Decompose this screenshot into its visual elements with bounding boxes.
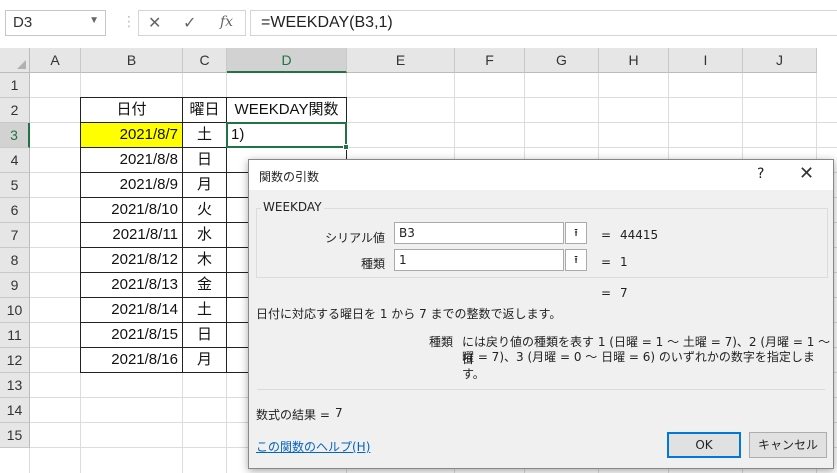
help-icon[interactable]: ?	[757, 166, 764, 182]
result-eq: =	[601, 286, 612, 300]
day-cell[interactable]: 水	[182, 222, 227, 248]
cancel-icon[interactable]: ✕	[148, 13, 161, 32]
select-all-triangle-icon	[17, 60, 26, 69]
column-header-j[interactable]: J	[743, 48, 817, 73]
row-header-1[interactable]: 1	[0, 73, 30, 98]
column-header-d[interactable]: D	[227, 48, 347, 73]
formula-result-label: 数式の結果 =	[256, 408, 330, 422]
type-input[interactable]: 1	[394, 249, 564, 271]
day-cell[interactable]: 木	[182, 247, 227, 273]
table-header-cell[interactable]: 日付	[80, 97, 183, 123]
insert-function-icon[interactable]: fx	[220, 14, 233, 30]
row-header-7[interactable]: 7	[0, 223, 30, 248]
row-header-15[interactable]: 15	[0, 423, 30, 448]
column-header-h[interactable]: H	[599, 48, 669, 73]
row-header-3[interactable]: 3	[0, 123, 30, 148]
column-header-i[interactable]: I	[669, 48, 743, 73]
row-header-6[interactable]: 6	[0, 198, 30, 223]
serial-value-result: 44415	[620, 228, 659, 242]
row-header-14[interactable]: 14	[0, 398, 30, 423]
fill-handle[interactable]	[343, 144, 349, 150]
formula-buttons: ✕ ✓ fx	[138, 10, 246, 36]
table-header-cell[interactable]: WEEKDAY関数	[226, 97, 347, 123]
row-header-4[interactable]: 4	[0, 148, 30, 173]
column-header-a[interactable]: A	[30, 48, 81, 73]
select-all-corner[interactable]	[0, 48, 30, 73]
date-cell[interactable]: 2021/8/16	[80, 347, 183, 373]
arg-help-name: 種類	[429, 335, 454, 349]
column-header-e[interactable]: E	[347, 48, 455, 73]
function-arguments-dialog: 関数の引数 ? ✕ WEEKDAY シリアル値 B3 ⭱ = 44415 種類 …	[248, 159, 834, 469]
row-header-5[interactable]: 5	[0, 173, 30, 198]
function-name: WEEKDAY	[261, 200, 324, 214]
chevron-down-icon[interactable]: ▼	[89, 15, 99, 26]
date-cell[interactable]: 2021/8/10	[80, 197, 183, 223]
formula-bar: D3 ▼ ⋮ ✕ ✓ fx =WEEKDAY(B3,1)	[0, 0, 837, 44]
row-header-9[interactable]: 9	[0, 273, 30, 298]
function-result: 7	[620, 286, 628, 300]
enter-icon[interactable]: ✓	[183, 13, 196, 32]
cancel-button[interactable]: キャンセル	[749, 432, 827, 458]
arg-label-type: 種類	[360, 257, 385, 271]
function-help-link[interactable]: この関数のヘルプ(H)	[256, 438, 370, 455]
serial-value-input[interactable]: B3	[394, 222, 564, 244]
name-box-value: D3	[13, 14, 33, 31]
row-header-2[interactable]: 2	[0, 98, 30, 123]
column-header-f[interactable]: F	[455, 48, 525, 73]
row-header-8[interactable]: 8	[0, 248, 30, 273]
date-cell[interactable]: 2021/8/15	[80, 322, 183, 348]
arg-eq: =	[601, 255, 612, 269]
day-cell[interactable]: 金	[182, 272, 227, 298]
name-box[interactable]: D3 ▼	[5, 10, 106, 36]
function-description: 日付に対応する曜日を 1 から 7 までの整数で返します。	[256, 307, 562, 321]
dialog-titlebar[interactable]: 関数の引数 ? ✕	[249, 160, 833, 190]
row-header-13[interactable]: 13	[0, 373, 30, 398]
dialog-title: 関数の引数	[259, 170, 320, 184]
close-icon[interactable]: ✕	[799, 163, 814, 184]
day-cell[interactable]: 土	[182, 297, 227, 323]
formula-result-value: 7	[335, 406, 343, 420]
day-cell[interactable]: 月	[182, 347, 227, 373]
column-header-c[interactable]: C	[183, 48, 227, 73]
drag-handle-icon[interactable]: ⋮	[122, 14, 136, 30]
row-header-10[interactable]: 10	[0, 298, 30, 323]
collapse-dialog-icon[interactable]: ⭱	[565, 222, 587, 244]
collapse-dialog-icon[interactable]: ⭱	[565, 249, 587, 271]
date-cell[interactable]: 2021/8/11	[80, 222, 183, 248]
row-header-12[interactable]: 12	[0, 348, 30, 373]
arg-eq: =	[601, 228, 612, 242]
column-header-b[interactable]: B	[81, 48, 183, 73]
row-header-11[interactable]: 11	[0, 323, 30, 348]
date-cell[interactable]: 2021/8/9	[80, 172, 183, 198]
column-header-g[interactable]: G	[525, 48, 599, 73]
day-cell[interactable]: 日	[182, 147, 227, 173]
day-cell[interactable]: 日	[182, 322, 227, 348]
date-cell[interactable]: 2021/8/14	[80, 297, 183, 323]
arg-help-line2: 曜 = 7)、3 (月曜 = 0 ～ 日曜 = 6) のいずれかの数字を指定しま…	[462, 350, 815, 381]
arg-label-serial: シリアル値	[325, 231, 385, 245]
type-result: 1	[620, 255, 628, 269]
day-cell[interactable]: 土	[182, 122, 227, 148]
table-header-cell[interactable]: 曜日	[182, 97, 227, 123]
ok-button[interactable]: OK	[667, 432, 741, 458]
divider	[257, 389, 825, 390]
day-cell[interactable]: 月	[182, 172, 227, 198]
day-cell[interactable]: 火	[182, 197, 227, 223]
date-cell[interactable]: 2021/8/13	[80, 272, 183, 298]
date-cell[interactable]: 2021/8/8	[80, 147, 183, 173]
active-cell[interactable]	[226, 122, 347, 148]
formula-input[interactable]: =WEEKDAY(B3,1)	[250, 10, 837, 36]
date-cell[interactable]: 2021/8/12	[80, 247, 183, 273]
date-cell[interactable]: 2021/8/7	[80, 122, 183, 148]
